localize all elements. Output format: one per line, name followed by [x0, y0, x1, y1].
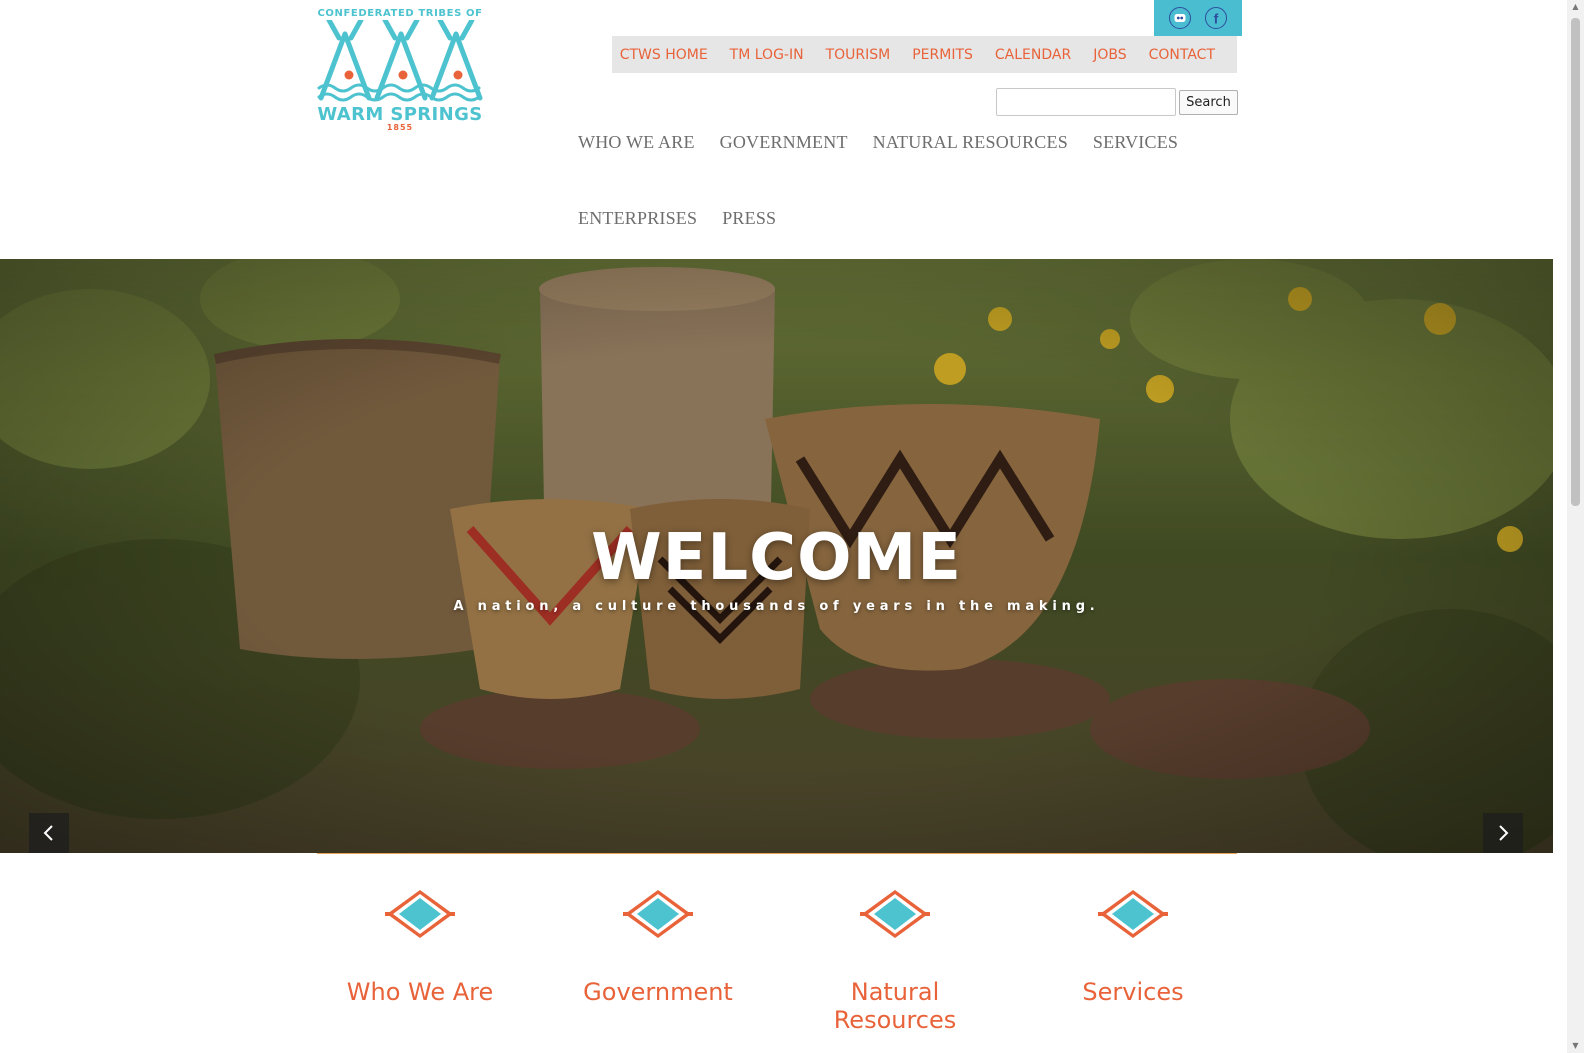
- main-nav-government[interactable]: GOVERNMENT: [720, 132, 848, 153]
- diamond-emblem-icon: [860, 890, 930, 938]
- main-nav-who-we-are[interactable]: WHO WE ARE: [578, 132, 695, 153]
- flickr-icon[interactable]: [1169, 7, 1191, 29]
- nav-ctws-home[interactable]: CTWS HOME: [609, 47, 719, 63]
- logo-year: 1855: [386, 123, 414, 132]
- main-nav-enterprises[interactable]: ENTERPRISES: [578, 208, 697, 229]
- nav-permits[interactable]: PERMITS: [901, 47, 984, 63]
- nav-jobs[interactable]: JOBS: [1082, 47, 1137, 63]
- diamond-emblem-icon: [1098, 890, 1168, 938]
- main-nav-natural-resources[interactable]: NATURAL RESOURCES: [873, 132, 1068, 153]
- main-nav-press[interactable]: PRESS: [722, 208, 776, 229]
- nav-contact[interactable]: CONTACT: [1138, 47, 1226, 63]
- chevron-right-icon: [1499, 825, 1509, 841]
- logo-name: WARM SPRINGS: [317, 104, 483, 125]
- section-divider: [317, 853, 1237, 854]
- facebook-icon[interactable]: f: [1205, 7, 1227, 29]
- nav-tourism[interactable]: TOURISM: [815, 47, 902, 63]
- utility-nav: CTWS HOME TM LOG-IN TOURISM PERMITS CALE…: [612, 36, 1237, 73]
- tipi-emblem-icon: [317, 20, 483, 102]
- chevron-left-icon: [43, 825, 53, 841]
- nav-tm-login[interactable]: TM LOG-IN: [719, 47, 815, 63]
- hero-title: WELCOME: [591, 521, 962, 595]
- logo-tagline: CONFEDERATED TRIBES OF: [317, 8, 483, 19]
- feature-label: Government: [583, 978, 733, 1006]
- feature-label: Services: [1082, 978, 1184, 1006]
- feature-label: Who We Are: [346, 978, 494, 1006]
- slider-prev-button[interactable]: [29, 813, 69, 853]
- search-button[interactable]: Search: [1179, 90, 1238, 115]
- feature-label: Natural Resources: [833, 978, 957, 1034]
- slider-next-button[interactable]: [1483, 813, 1523, 853]
- scroll-down-icon[interactable]: ▼: [1567, 1039, 1584, 1053]
- site-logo[interactable]: CONFEDERATED TRIBES OF WARM SPRINGS 1855: [317, 8, 483, 132]
- hero-subtitle: A nation, a culture thousands of years i…: [453, 599, 1100, 614]
- diamond-emblem-icon: [623, 890, 693, 938]
- scrollbar-thumb[interactable]: [1571, 18, 1580, 506]
- search-input[interactable]: [996, 88, 1176, 116]
- scroll-up-icon[interactable]: ▲: [1567, 0, 1584, 14]
- feature-who-we-are[interactable]: Who We Are: [320, 888, 520, 1006]
- nav-calendar[interactable]: CALENDAR: [984, 47, 1082, 63]
- svg-text:f: f: [1214, 11, 1219, 27]
- main-nav-services[interactable]: SERVICES: [1093, 132, 1178, 153]
- diamond-emblem-icon: [385, 890, 455, 938]
- page-scrollbar[interactable]: ▲ ▼: [1567, 0, 1584, 1053]
- feature-natural-resources[interactable]: Natural Resources: [795, 888, 995, 1034]
- feature-government[interactable]: Government: [558, 888, 758, 1006]
- social-bar: f: [1154, 0, 1242, 36]
- hero-slider: WELCOME A nation, a culture thousands of…: [0, 259, 1553, 853]
- feature-services[interactable]: Services: [1033, 888, 1233, 1006]
